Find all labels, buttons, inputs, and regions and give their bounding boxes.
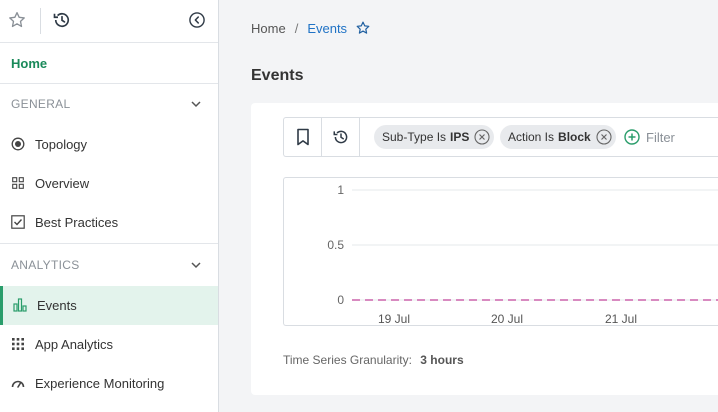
gauge-icon xyxy=(11,376,25,390)
sidebar-item-label: Overview xyxy=(35,176,90,191)
filter-chip-action[interactable]: Action Is Block xyxy=(500,125,616,149)
sidebar-item-label: Best Practices xyxy=(35,215,119,230)
add-filter-button[interactable]: Filter xyxy=(624,129,675,145)
sidebar-item-home[interactable]: Home xyxy=(0,43,218,83)
y-tick-label: 0 xyxy=(337,293,344,307)
section-title: GENERAL xyxy=(11,97,71,111)
granularity-label: Time Series Granularity: xyxy=(283,353,412,367)
filter-chip-subtype[interactable]: Sub-Type Is IPS xyxy=(374,125,495,149)
chevron-down-icon[interactable] xyxy=(190,259,202,274)
page-title: Events xyxy=(251,67,304,84)
y-tick-label: 1 xyxy=(337,183,344,197)
events-chart: 1 0.5 0 19 Jul 20 Jul 21 Jul xyxy=(283,177,718,326)
sidebar-item-label: Topology xyxy=(35,137,88,152)
section-title: ANALYTICS xyxy=(11,258,80,272)
bookmark-icon xyxy=(295,128,311,146)
x-tick-label: 21 Jul xyxy=(605,312,637,326)
remove-filter-icon[interactable] xyxy=(596,129,612,145)
filter-chip-value: Block xyxy=(558,130,591,144)
sidebar-item-topology[interactable]: Topology xyxy=(0,125,218,164)
filter-placeholder: Filter xyxy=(646,129,675,145)
sidebar-item-label: Experience Monitoring xyxy=(35,376,165,391)
filter-bar: Sub-Type Is IPS Action Is Block Filter xyxy=(283,117,718,157)
history-icon xyxy=(332,128,350,146)
section-general-header[interactable]: GENERAL xyxy=(0,84,218,124)
sidebar-item-app-analytics[interactable]: App Analytics xyxy=(0,325,218,364)
favorites-star-icon[interactable] xyxy=(7,10,27,30)
favorite-page-star-icon[interactable] xyxy=(355,20,371,36)
filter-chip-key: Sub-Type Is xyxy=(382,130,447,144)
remove-filter-icon[interactable] xyxy=(474,129,490,145)
sidebar-item-label: App Analytics xyxy=(35,337,114,352)
sidebar-item-events[interactable]: Events xyxy=(0,286,218,325)
sidebar-item-best-practices[interactable]: Best Practices xyxy=(0,203,218,242)
history-icon[interactable] xyxy=(52,10,72,30)
filter-chip-key: Action Is xyxy=(508,130,555,144)
collapse-sidebar-icon[interactable] xyxy=(187,10,207,30)
breadcrumb-current-link[interactable]: Events xyxy=(307,21,347,36)
time-series-granularity: Time Series Granularity: 3 hours xyxy=(283,353,464,367)
grid-icon xyxy=(11,176,25,190)
sidebar-toolbar xyxy=(0,0,218,43)
breadcrumb: Home / Events xyxy=(251,20,371,36)
sidebar: Home GENERAL Topology Overview Best Prac… xyxy=(0,0,219,412)
sidebar-item-label: Events xyxy=(37,298,77,313)
granularity-value[interactable]: 3 hours xyxy=(420,353,463,367)
filter-chip-value: IPS xyxy=(450,130,470,144)
checkbox-checked-icon xyxy=(11,215,25,229)
sidebar-item-experience-monitoring[interactable]: Experience Monitoring xyxy=(0,364,218,403)
plus-circle-icon xyxy=(624,129,640,145)
events-panel: Sub-Type Is IPS Action Is Block Filter 1… xyxy=(251,103,718,395)
section-analytics-header[interactable]: ANALYTICS xyxy=(0,245,218,285)
sidebar-item-overview[interactable]: Overview xyxy=(0,164,218,203)
x-tick-label: 19 Jul xyxy=(378,312,410,326)
filter-history-button[interactable] xyxy=(322,118,360,156)
y-tick-label: 0.5 xyxy=(327,238,344,252)
sidebar-item-label: Home xyxy=(11,55,48,71)
chevron-down-icon[interactable] xyxy=(190,98,202,113)
bar-chart-icon xyxy=(13,298,27,312)
events-chart-svg: 1 0.5 0 19 Jul 20 Jul 21 Jul xyxy=(327,183,718,326)
breadcrumb-separator: / xyxy=(294,20,299,36)
breadcrumb-home-link[interactable]: Home xyxy=(251,21,286,36)
x-tick-label: 20 Jul xyxy=(491,312,523,326)
sidebar-divider xyxy=(0,243,218,244)
dots-grid-icon xyxy=(11,337,25,351)
toolbar-divider xyxy=(40,8,41,34)
saved-filters-button[interactable] xyxy=(284,118,322,156)
topology-icon xyxy=(11,137,25,151)
